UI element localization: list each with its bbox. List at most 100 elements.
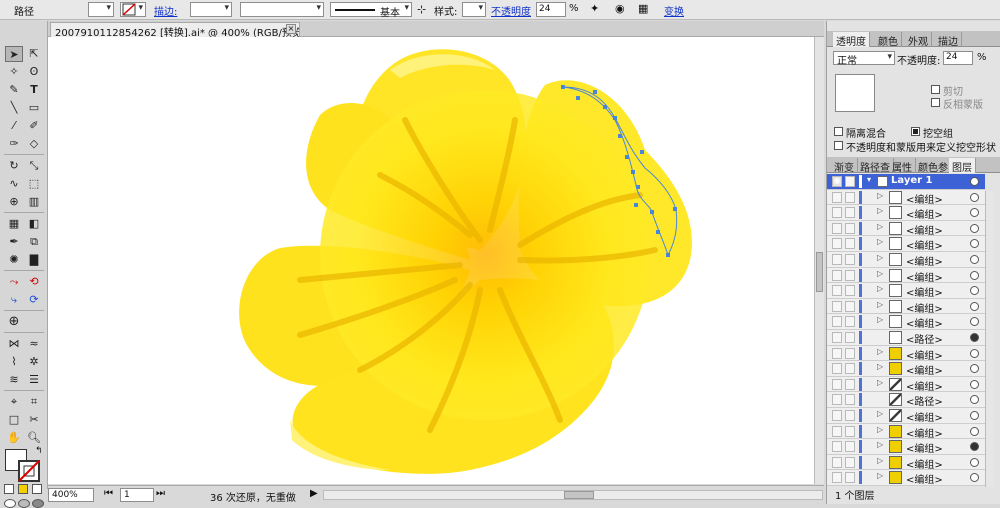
lock-toggle[interactable]	[845, 378, 855, 390]
line-tool-icon[interactable]: ╲	[5, 100, 23, 116]
layer-item-row[interactable]: <路径>	[827, 392, 985, 408]
gradient-mode-icon[interactable]	[18, 484, 28, 494]
column-graph-icon[interactable]: ▇	[25, 252, 43, 268]
expand-group-icon[interactable]: ▷	[877, 300, 883, 309]
target-circle-icon[interactable]	[970, 411, 979, 420]
mesh-tool-icon[interactable]: ▦	[5, 216, 23, 232]
visibility-toggle[interactable]	[832, 425, 842, 437]
expand-group-icon[interactable]: ▷	[877, 222, 883, 231]
lock-toggle[interactable]	[845, 254, 855, 265]
lock-toggle[interactable]	[845, 191, 855, 203]
tab-color-guide[interactable]: 颜色参	[915, 158, 952, 174]
expand-group-icon[interactable]: ▷	[877, 253, 883, 262]
lock-toggle[interactable]	[845, 316, 855, 328]
tab-transparency[interactable]: 透明度	[833, 32, 870, 48]
vertical-scrollbar[interactable]	[814, 37, 824, 484]
visibility-toggle[interactable]	[832, 378, 842, 390]
paintbrush-icon[interactable]: ⁄	[5, 118, 23, 134]
expand-group-icon[interactable]: ▷	[877, 362, 883, 371]
layers-scrollbar[interactable]	[985, 191, 995, 487]
eraser-icon[interactable]: ◇	[25, 136, 43, 152]
visibility-toggle[interactable]	[832, 456, 842, 468]
target-circle-icon[interactable]	[970, 333, 979, 342]
zoom-level-dropdown[interactable]: 400%	[48, 488, 94, 502]
tab-stroke[interactable]: 描边	[935, 32, 962, 48]
envelope-icon[interactable]: ≈	[25, 336, 43, 352]
direct-selection-tool-icon[interactable]: ⇱	[25, 46, 43, 62]
lock-toggle[interactable]	[845, 222, 855, 234]
isolate-blending-checkbox[interactable]	[834, 127, 843, 136]
lock-toggle[interactable]	[845, 332, 855, 343]
first-artboard-icon[interactable]: ⏮	[104, 488, 113, 499]
scale-tool-icon[interactable]: ⤡	[25, 158, 43, 174]
invert-mask-checkbox[interactable]	[931, 98, 940, 107]
target-circle-icon[interactable]	[970, 364, 979, 374]
symbol-sprayer-icon[interactable]: ✺	[5, 252, 23, 268]
target-circle-icon[interactable]	[970, 192, 979, 202]
expand-group-icon[interactable]: ▷	[877, 440, 883, 449]
knockout-group-checkbox[interactable]	[911, 127, 920, 136]
target-circle-icon[interactable]	[970, 255, 979, 264]
tab-layers[interactable]: 图层	[949, 158, 976, 174]
expand-group-icon[interactable]: ▷	[877, 284, 883, 293]
opacity-mask-define-checkbox[interactable]	[834, 141, 843, 150]
variable-width-dropdown[interactable]	[240, 2, 324, 17]
visibility-toggle[interactable]	[832, 363, 842, 375]
expand-group-icon[interactable]: ▷	[877, 269, 883, 278]
expand-group-icon[interactable]: ▷	[877, 471, 883, 480]
layer-target-icon[interactable]	[970, 177, 979, 186]
visibility-toggle[interactable]	[832, 410, 842, 421]
layer-item-row[interactable]: ▷ <编组>	[827, 345, 985, 362]
lock-toggle[interactable]	[845, 176, 855, 187]
none-mode-icon[interactable]	[32, 484, 42, 494]
stroke-swatch-dropdown[interactable]	[120, 2, 146, 17]
curvature-icon[interactable]: ⟳	[25, 292, 43, 308]
expand-group-icon[interactable]: ▷	[877, 191, 883, 200]
target-circle-icon[interactable]	[970, 239, 979, 249]
visibility-toggle[interactable]	[832, 207, 842, 219]
lock-toggle[interactable]	[845, 269, 855, 281]
rotate-tool-icon[interactable]: ↻	[5, 158, 23, 174]
reference-point-icon[interactable]: ▦	[638, 2, 648, 15]
lock-toggle[interactable]	[845, 347, 855, 359]
layer-item-row[interactable]: <路径>	[827, 330, 985, 346]
expand-group-icon[interactable]: ▷	[877, 456, 883, 465]
shape-builder-icon[interactable]: ⊕	[5, 194, 23, 210]
color-mode-icon[interactable]	[4, 484, 14, 494]
close-tab-icon[interactable]: ×	[286, 24, 296, 34]
transform-link[interactable]: 变换	[664, 3, 684, 18]
lock-toggle[interactable]	[845, 410, 855, 421]
lock-toggle[interactable]	[845, 394, 855, 406]
rectangle-tool-icon[interactable]: ▭	[25, 100, 43, 116]
crosshair-tool-icon[interactable]: ⊕	[5, 314, 23, 330]
layer-item-row[interactable]: ▷ <编组>	[827, 376, 985, 393]
visibility-toggle[interactable]	[832, 285, 842, 297]
recolor-icon[interactable]: ✦	[590, 2, 599, 15]
target-circle-icon[interactable]	[970, 286, 979, 296]
magic-wand-icon[interactable]: ✧	[5, 64, 23, 80]
horizontal-scrollbar[interactable]	[323, 490, 823, 500]
align-icon[interactable]: ⊹	[417, 3, 426, 16]
wrinkle-icon[interactable]: ≋	[5, 372, 23, 388]
blend-tool-icon[interactable]: ⧉	[25, 234, 43, 250]
opacity-input[interactable]: 24	[536, 2, 566, 17]
layer-item-row[interactable]: ▷ <编组>	[827, 283, 985, 299]
target-circle-icon[interactable]	[970, 270, 979, 280]
expand-group-icon[interactable]: ▷	[877, 425, 883, 434]
lock-toggle[interactable]	[845, 441, 855, 453]
eyedrop-measure-icon[interactable]: ⌖	[5, 394, 23, 410]
expand-group-icon[interactable]: ▷	[877, 237, 883, 246]
visibility-toggle[interactable]	[832, 269, 842, 281]
visibility-toggle[interactable]	[832, 347, 842, 359]
layer-item-row[interactable]: ▷ <编组>	[827, 267, 985, 284]
expand-layer-icon[interactable]: ▾	[867, 175, 871, 184]
zoom-tool-icon[interactable]: 🔍︎	[25, 430, 43, 446]
lock-toggle[interactable]	[845, 238, 855, 250]
layer-item-row[interactable]: ▷ <编组>	[827, 408, 985, 424]
brush-dropdown[interactable]: 基本	[330, 2, 412, 19]
expand-group-icon[interactable]: ▷	[877, 347, 883, 356]
gradient-tool-icon[interactable]: ◧	[25, 216, 43, 232]
eyedropper-icon[interactable]: ✒	[5, 234, 23, 250]
pen-tool-icon[interactable]: ✎	[5, 82, 23, 98]
expand-group-icon[interactable]: ▷	[877, 315, 883, 324]
